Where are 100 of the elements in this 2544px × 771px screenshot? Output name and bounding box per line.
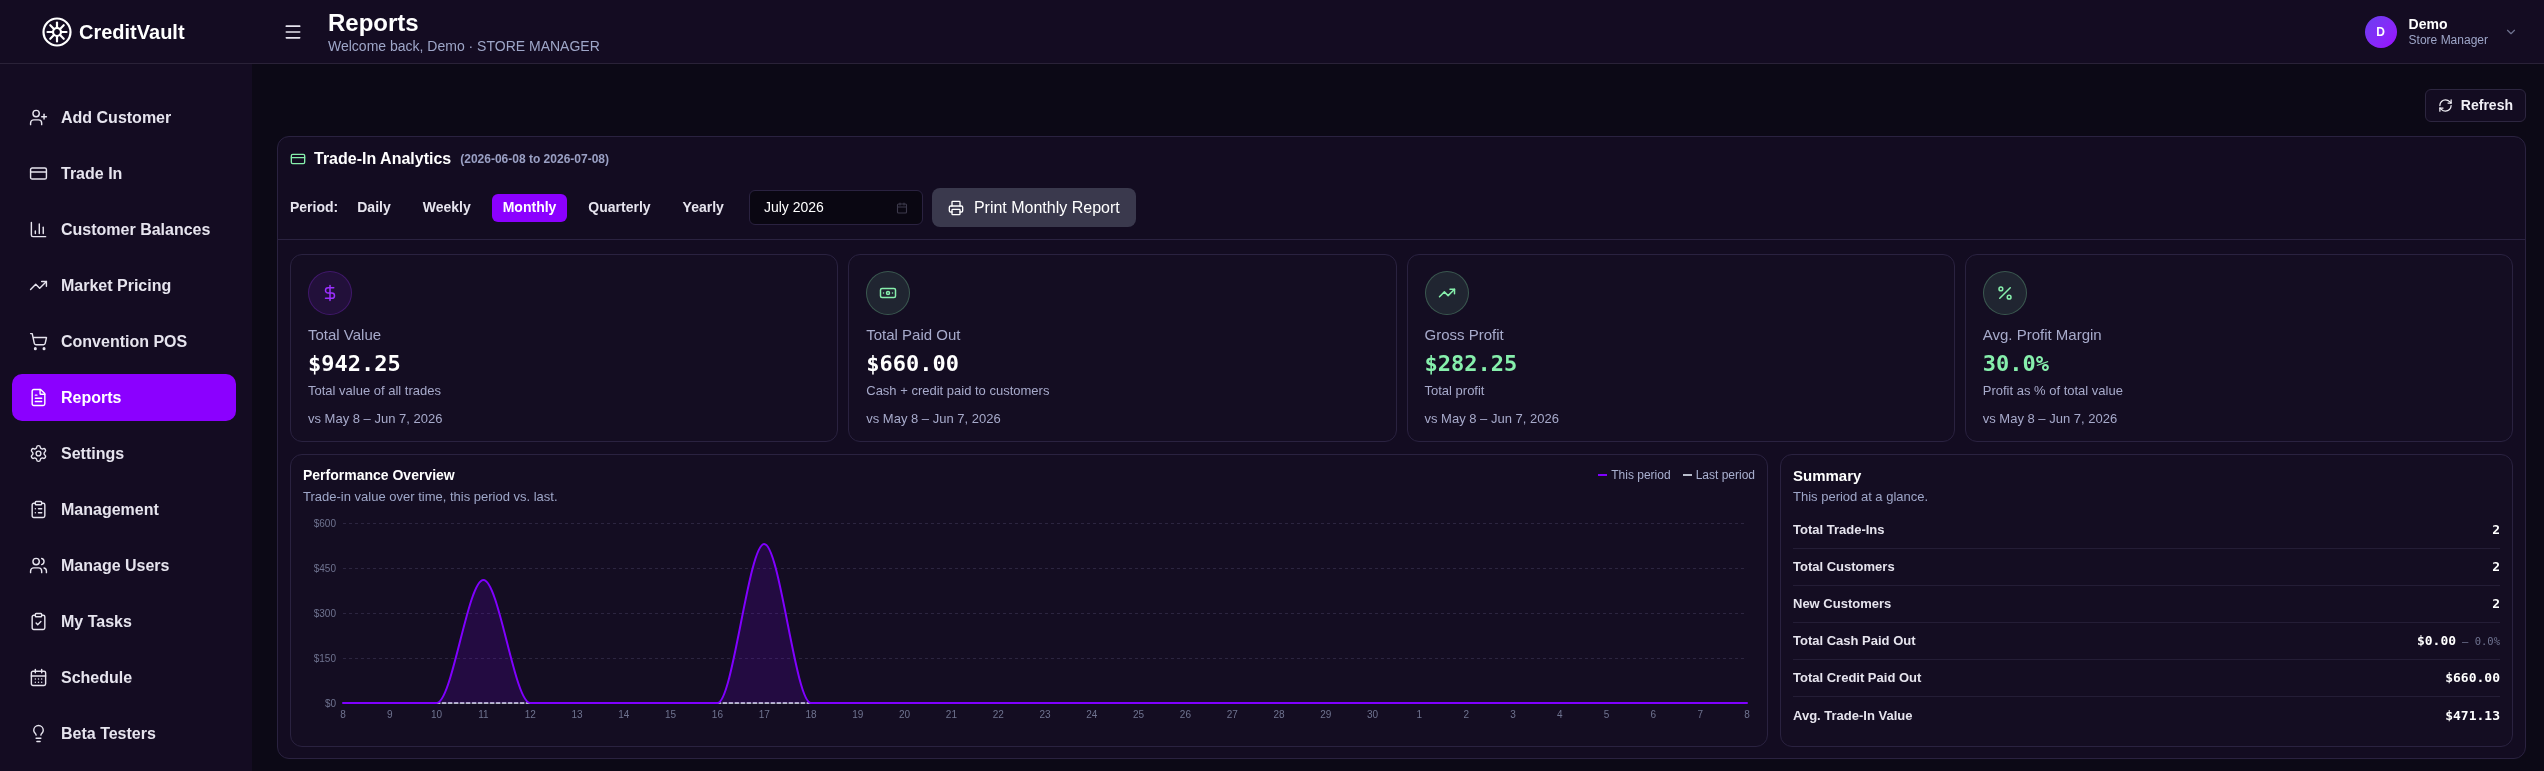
sidebar-item[interactable]: Manage Users — [12, 542, 236, 589]
page-title: Reports — [328, 8, 420, 37]
refresh-button[interactable]: Refresh — [2424, 89, 2526, 122]
summary-label: Total Trade-Ins — [1793, 521, 1885, 540]
summary-label: New Customers — [1793, 595, 1892, 614]
x-axis-label: 2 — [1463, 709, 1469, 720]
summary-label: Total Credit Paid Out — [1793, 669, 1922, 688]
chart-subtitle: Trade-in value over time, this period vs. last. — [303, 488, 558, 506]
x-axis-label: 21 — [945, 709, 957, 720]
sidebar-item[interactable]: Customer Balances — [12, 206, 236, 253]
period-tab[interactable]: Quarterly — [577, 193, 662, 222]
period-label: Period: — [290, 198, 339, 217]
calendar-icon — [29, 668, 48, 687]
x-axis-label: 9 — [387, 709, 393, 720]
x-axis-label: 15 — [665, 709, 677, 720]
y-axis-label: $450 — [313, 562, 336, 574]
stat-comparison: vs May 8 – Jun 7, 2026 — [308, 410, 444, 428]
y-axis-label: $300 — [313, 607, 336, 619]
stat-description: Cash + credit paid to customers — [866, 382, 1051, 400]
sidebar-item[interactable]: Trade In — [12, 150, 236, 197]
stat-label: Gross Profit — [1424, 325, 1505, 345]
period-tab[interactable]: Monthly — [491, 193, 568, 222]
sidebar-item[interactable]: My Tasks — [12, 598, 236, 645]
x-axis-label: 30 — [1367, 709, 1379, 720]
x-axis-label: 18 — [805, 709, 817, 720]
summary-value: $471.13 — [2445, 706, 2500, 725]
analytics-title: Trade-In Analytics — [314, 150, 452, 168]
x-axis-label: 27 — [1226, 709, 1238, 720]
sidebar-item[interactable]: Beta Testers — [12, 710, 236, 757]
user-name: Demo — [2408, 15, 2449, 33]
month-field[interactable]: July 2026 — [748, 190, 923, 225]
users-icon — [29, 556, 48, 575]
x-axis-label: 25 — [1133, 709, 1145, 720]
user-plus-icon — [29, 108, 48, 127]
x-axis-label: 23 — [1039, 709, 1051, 720]
x-axis-label: 8 — [1744, 709, 1750, 720]
summary-label: Total Customers — [1793, 558, 1895, 577]
sidebar-item[interactable]: Reports — [12, 374, 236, 421]
bar-chart-icon — [29, 220, 48, 239]
x-axis-label: 20 — [899, 709, 911, 720]
stat-comparison: vs May 8 – Jun 7, 2026 — [866, 410, 1002, 428]
stat-label: Avg. Profit Margin — [1982, 325, 2103, 345]
period-tab[interactable]: Weekly — [411, 193, 482, 222]
x-axis-label: 16 — [711, 709, 723, 720]
sidebar-item[interactable]: Add Customer — [12, 94, 236, 141]
stat-value: 30.0% — [1982, 350, 2050, 378]
y-axis-label: $0 — [324, 697, 336, 709]
period-tab[interactable]: Yearly — [671, 193, 735, 222]
clipboard-check-icon — [29, 612, 48, 631]
y-axis-label: $150 — [313, 652, 336, 664]
app-name: CreditVault — [79, 19, 185, 44]
document-icon — [29, 388, 48, 407]
stat-value: $282.25 — [1424, 350, 1519, 378]
x-axis-label: 29 — [1320, 709, 1332, 720]
settings-icon — [29, 444, 48, 463]
stat-description: Total value of all trades — [308, 382, 442, 400]
user-role: Store Manager — [2408, 32, 2488, 48]
x-axis-label: 14 — [618, 709, 630, 720]
stat-label: Total Paid Out — [866, 325, 962, 345]
sidebar-item[interactable]: Convention POS — [12, 318, 236, 365]
x-axis-label: 8 — [340, 709, 346, 720]
summary-value: 2 — [2492, 558, 2500, 577]
clipboard-list-icon — [29, 500, 48, 519]
sidebar-item[interactable]: Management — [12, 486, 236, 533]
card-icon — [29, 164, 48, 183]
y-axis-label: $600 — [313, 517, 336, 529]
summary-title: Summary — [1793, 466, 1863, 486]
summary-value: 2 — [2492, 521, 2500, 540]
x-axis-label: 1 — [1416, 709, 1423, 720]
summary-change: — 0.0% — [2462, 634, 2500, 650]
x-axis-label: 10 — [431, 709, 443, 720]
sidebar-item[interactable]: Schedule — [12, 654, 236, 701]
x-axis-label: 19 — [852, 709, 864, 720]
printer-icon — [947, 199, 964, 216]
card-icon — [290, 151, 306, 167]
x-axis-label: 6 — [1650, 709, 1657, 720]
print-report-button[interactable]: Print Monthly Report — [931, 188, 1136, 227]
logo-icon — [41, 15, 73, 48]
summary-label: Avg. Trade-In Value — [1793, 706, 1913, 725]
x-axis-label: 13 — [571, 709, 583, 720]
legend-label: This period — [1611, 468, 1671, 482]
cart-icon — [29, 332, 48, 351]
refresh-icon — [2437, 98, 2453, 113]
x-axis-label: 22 — [992, 709, 1004, 720]
chart-title: Performance Overview — [303, 466, 456, 484]
x-axis-label: 24 — [1086, 709, 1098, 720]
x-axis-label: 5 — [1603, 709, 1610, 720]
stat-value: $660.00 — [866, 350, 960, 378]
stat-comparison: vs May 8 – Jun 7, 2026 — [1424, 410, 1560, 428]
x-axis-label: 17 — [758, 709, 770, 720]
x-axis-label: 11 — [478, 709, 489, 720]
summary-value: $0.00 — [2416, 632, 2457, 651]
sidebar-item[interactable]: Market Pricing — [12, 262, 236, 309]
period-tab[interactable]: Daily — [346, 193, 402, 222]
sidebar-item[interactable]: Settings — [12, 430, 236, 477]
stat-description: Total profit — [1424, 382, 1486, 400]
summary-subtitle: This period at a glance. — [1793, 488, 1930, 506]
stat-value: $942.25 — [308, 350, 402, 378]
stat-comparison: vs May 8 – Jun 7, 2026 — [1982, 410, 2119, 428]
x-axis-label: 28 — [1273, 709, 1285, 720]
